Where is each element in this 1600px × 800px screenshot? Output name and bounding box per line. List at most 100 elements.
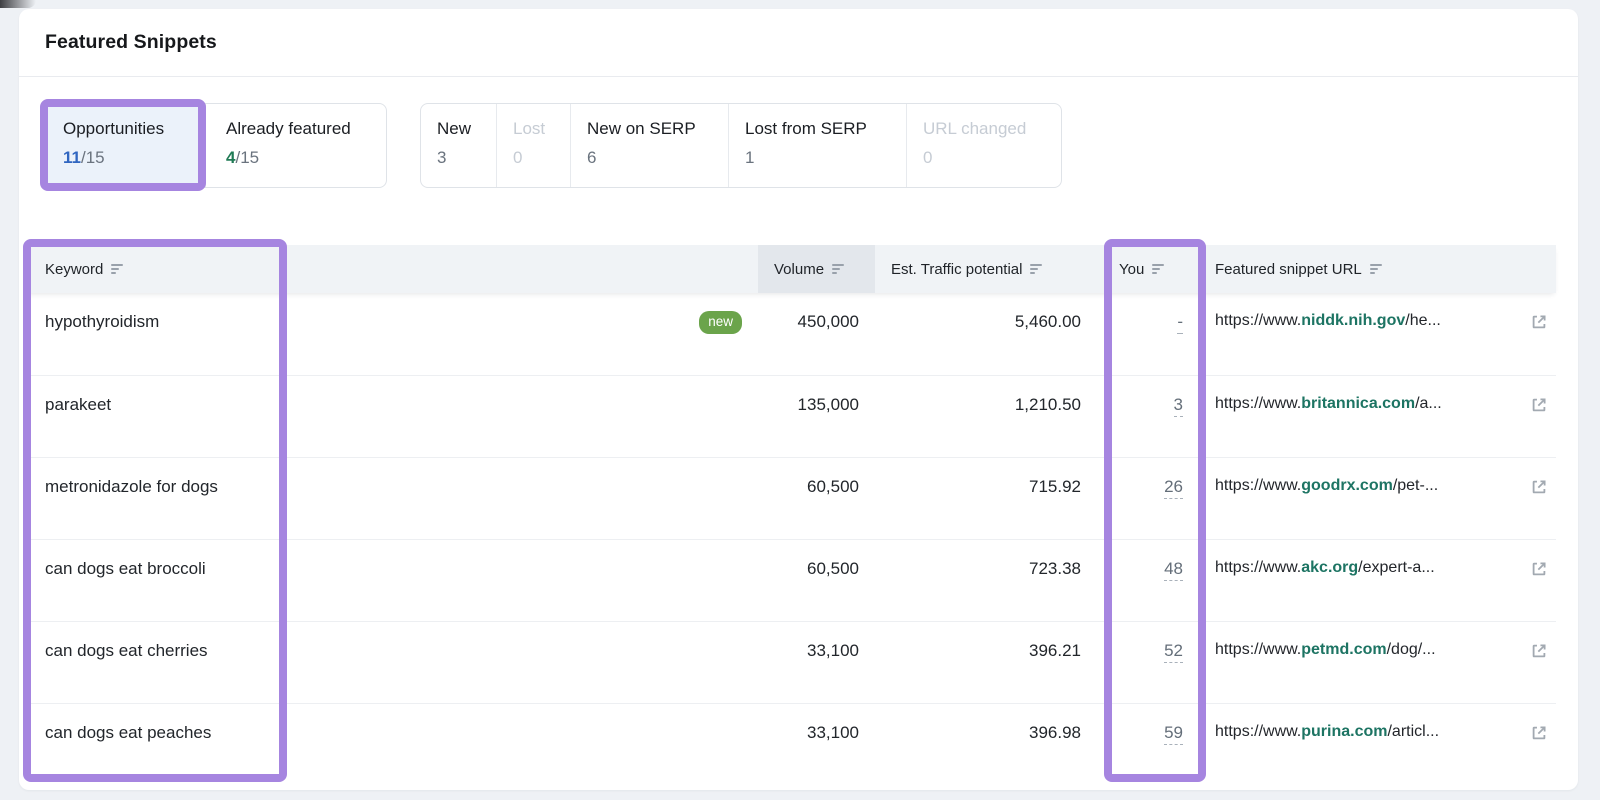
you-cell: 59: [1087, 704, 1203, 785]
url-path: /he...: [1405, 312, 1441, 329]
you-position-value[interactable]: 48: [1164, 559, 1183, 581]
you-position-value[interactable]: 3: [1173, 395, 1183, 417]
filter-new[interactable]: New 3: [421, 104, 496, 187]
url-prefix: https://www.: [1215, 477, 1302, 494]
external-link-icon[interactable]: [1530, 396, 1548, 414]
column-header-you[interactable]: You: [1087, 245, 1203, 293]
volume-value: 450,000: [797, 312, 859, 331]
external-link-icon[interactable]: [1530, 478, 1548, 496]
filter-label: New: [437, 119, 472, 138]
tab-count-total: /15: [80, 148, 105, 167]
tab-label: Opportunities: [63, 119, 165, 138]
column-header-label: You: [1119, 260, 1145, 278]
you-position-value[interactable]: 26: [1164, 477, 1183, 499]
snippet-tab-group: Opportunities 11/15 Already featured 4/1…: [44, 103, 387, 188]
table-row: metronidazole for dogs 60,500 715.92 26 …: [26, 457, 1556, 539]
filter-count: 0: [923, 148, 933, 167]
url-cell: https://www.britannica.com/a...: [1203, 376, 1556, 457]
filter-lost: Lost 0: [496, 104, 570, 187]
keyword-cell: can dogs eat peaches: [26, 704, 758, 785]
table-row: can dogs eat cherries 33,100 396.21 52 h…: [26, 621, 1556, 703]
snippet-url-link[interactable]: https://www.goodrx.com/pet-...: [1215, 477, 1438, 495]
keyword-text[interactable]: can dogs eat broccoli: [45, 559, 206, 579]
snippet-url-link[interactable]: https://www.britannica.com/a...: [1215, 395, 1442, 413]
filter-count: 0: [513, 148, 523, 167]
snippet-url-link[interactable]: https://www.purina.com/articl...: [1215, 723, 1439, 741]
url-path: /dog/...: [1386, 641, 1436, 658]
tab-opportunities[interactable]: Opportunities 11/15: [45, 104, 205, 187]
filter-url-changed: URL changed 0: [906, 104, 1061, 187]
traffic-potential-value: 1,210.50: [1014, 395, 1081, 414]
volume-value: 60,500: [807, 559, 859, 578]
url-path: /a...: [1415, 395, 1442, 412]
you-cell: 48: [1087, 540, 1203, 621]
snippet-url-link[interactable]: https://www.akc.org/expert-a...: [1215, 559, 1435, 577]
featured-snippets-table: Keyword Volume Est. Traffic potential Yo…: [26, 245, 1556, 785]
traffic-potential-value: 5,460.00: [1014, 312, 1081, 331]
url-cell: https://www.niddk.nih.gov/he...: [1203, 293, 1556, 375]
url-prefix: https://www.: [1215, 641, 1302, 658]
filter-lost-from-serp[interactable]: Lost from SERP 1: [728, 104, 906, 187]
url-path: /expert-a...: [1358, 559, 1435, 576]
filter-new-on-serp[interactable]: New on SERP 6: [570, 104, 728, 187]
keyword-text[interactable]: parakeet: [45, 395, 111, 415]
snippet-url-link[interactable]: https://www.niddk.nih.gov/he...: [1215, 312, 1441, 330]
keyword-text[interactable]: hypothyroidism: [45, 312, 159, 332]
column-header-featured-snippet-url[interactable]: Featured snippet URL: [1203, 245, 1556, 293]
keyword-text[interactable]: metronidazole for dogs: [45, 477, 218, 497]
table-row: parakeet 135,000 1,210.50 3 https://www.…: [26, 375, 1556, 457]
keyword-cell: metronidazole for dogs: [26, 458, 758, 539]
table-row: hypothyroidism new 450,000 5,460.00 - ht…: [26, 293, 1556, 375]
column-header-volume[interactable]: Volume: [758, 245, 875, 293]
keyword-cell: can dogs eat broccoli: [26, 540, 758, 621]
featured-snippets-card: Featured Snippets Opportunities 11/15 Al…: [19, 9, 1578, 790]
external-link-icon[interactable]: [1530, 313, 1548, 331]
column-header-label: Est. Traffic potential: [891, 260, 1023, 278]
sort-icon[interactable]: [832, 264, 845, 274]
filter-label: URL changed: [923, 119, 1027, 138]
sort-icon[interactable]: [1152, 264, 1165, 274]
you-cell: 3: [1087, 376, 1203, 457]
volume-value: 135,000: [797, 395, 859, 414]
page-title: Featured Snippets: [45, 31, 217, 53]
tab-label: Already featured: [226, 119, 351, 138]
snippet-url-link[interactable]: https://www.petmd.com/dog/...: [1215, 641, 1436, 659]
traffic-potential-value: 396.21: [1029, 641, 1081, 660]
traffic-potential-value: 723.38: [1029, 559, 1081, 578]
tab-count: 11/15: [63, 148, 205, 168]
sort-icon[interactable]: [111, 264, 124, 274]
url-cell: https://www.petmd.com/dog/...: [1203, 622, 1556, 703]
url-domain: purina.com: [1301, 723, 1388, 740]
screen-corner-artifact: [0, 0, 36, 8]
new-badge: new: [699, 311, 742, 334]
sort-icon[interactable]: [1030, 264, 1043, 274]
filter-count: 1: [745, 148, 755, 167]
url-prefix: https://www.: [1215, 723, 1302, 740]
traffic-potential-value: 396.98: [1029, 723, 1081, 742]
url-domain: goodrx.com: [1301, 477, 1393, 494]
you-cell: 52: [1087, 622, 1203, 703]
keyword-text[interactable]: can dogs eat cherries: [45, 641, 208, 661]
external-link-icon[interactable]: [1530, 642, 1548, 660]
column-header-traffic-potential[interactable]: Est. Traffic potential: [875, 245, 1087, 293]
sort-icon[interactable]: [1369, 264, 1383, 274]
external-link-icon[interactable]: [1530, 560, 1548, 578]
toolbar: Opportunities 11/15 Already featured 4/1…: [44, 103, 1553, 188]
filter-count: 3: [437, 148, 447, 167]
url-prefix: https://www.: [1215, 395, 1302, 412]
filter-label: Lost: [513, 119, 546, 138]
you-position-value[interactable]: 59: [1164, 723, 1183, 745]
url-domain: petmd.com: [1301, 641, 1387, 658]
tab-count: 4/15: [226, 148, 386, 168]
filter-label: Lost from SERP: [745, 119, 867, 138]
url-cell: https://www.akc.org/expert-a...: [1203, 540, 1556, 621]
column-header-keyword[interactable]: Keyword: [26, 245, 758, 293]
you-position-value[interactable]: -: [1177, 312, 1183, 334]
volume-value: 33,100: [807, 723, 859, 742]
url-domain: niddk.nih.gov: [1301, 312, 1406, 329]
tab-already-featured[interactable]: Already featured 4/15: [205, 104, 386, 187]
keyword-text[interactable]: can dogs eat peaches: [45, 723, 211, 743]
external-link-icon[interactable]: [1530, 724, 1548, 742]
table-row: can dogs eat broccoli 60,500 723.38 48 h…: [26, 539, 1556, 621]
you-position-value[interactable]: 52: [1164, 641, 1183, 663]
